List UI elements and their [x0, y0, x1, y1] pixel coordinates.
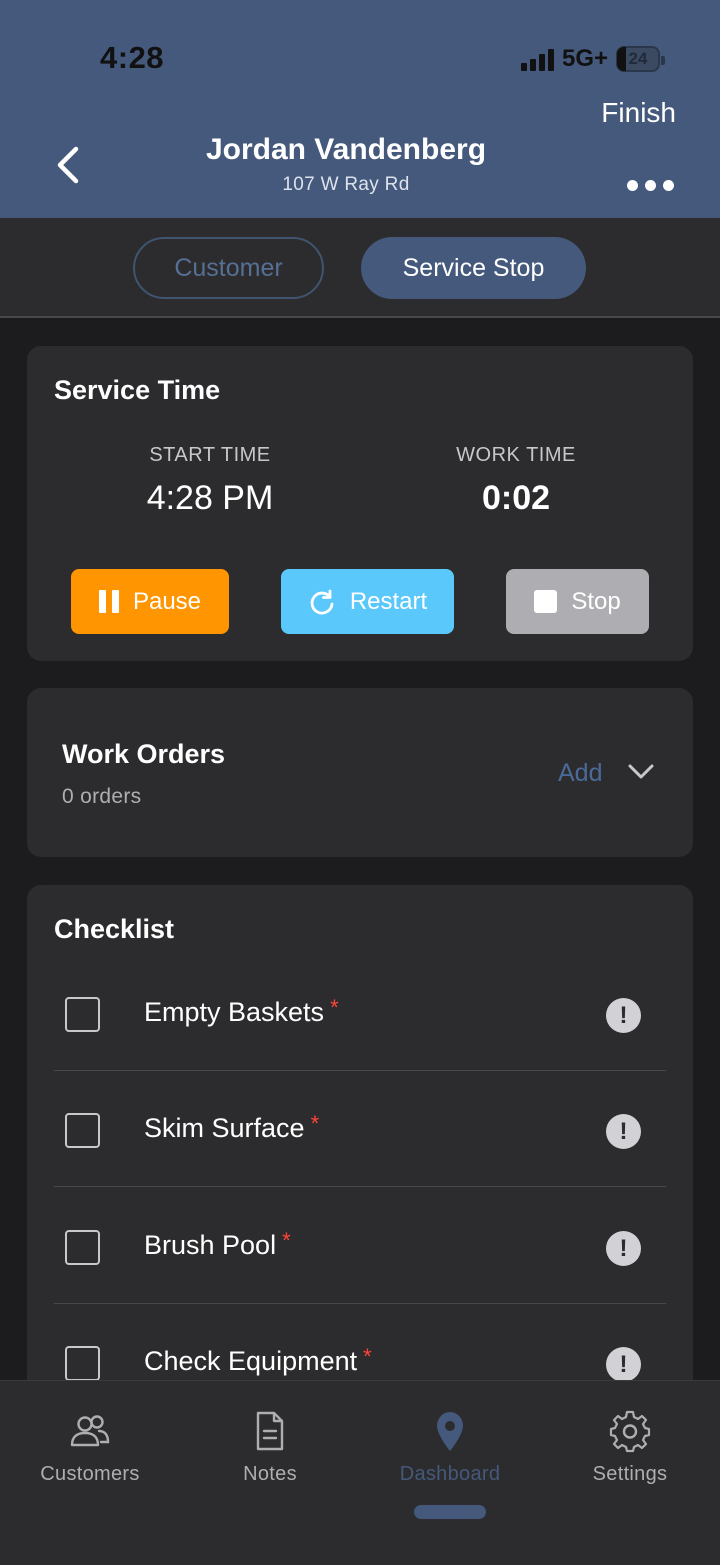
info-icon[interactable]: !	[606, 1231, 641, 1266]
pause-icon	[98, 590, 119, 613]
restart-icon	[310, 589, 334, 614]
segment-service-stop[interactable]: Service Stop	[361, 237, 586, 299]
pause-button-label: Pause	[132, 587, 202, 615]
checklist-item-label: Empty Baskets	[144, 997, 325, 1027]
tab-dashboard[interactable]: Dashboard	[360, 1409, 540, 1486]
required-marker: *	[282, 1228, 291, 1253]
status-bar-indicators: 5G+ 24	[520, 44, 665, 74]
service-time-title: Service Time	[54, 375, 221, 405]
checklist-item-label: Check Equipment	[144, 1346, 358, 1376]
stop-icon	[534, 590, 558, 613]
checklist-item[interactable]: Empty Baskets * !	[54, 955, 666, 1071]
status-bar-time: 4:28	[100, 40, 165, 75]
checkbox[interactable]	[65, 997, 100, 1032]
info-icon[interactable]: !	[606, 1347, 641, 1382]
checklist-title: Checklist	[54, 914, 175, 944]
service-time-card: Service Time START TIME 4:28 PM WORK TIM…	[27, 346, 693, 661]
start-time-value: 4:28 PM	[146, 479, 274, 517]
battery-icon: 24	[616, 46, 665, 72]
restart-button[interactable]: Restart	[281, 569, 454, 634]
app-header: 4:28 5G+ 24 Finish Jordan Vandenberg 107…	[0, 0, 720, 218]
work-orders-card[interactable]: Work Orders 0 orders Add	[27, 688, 693, 857]
segment-customer[interactable]: Customer	[133, 237, 324, 299]
stop-button-label: Stop	[571, 587, 621, 615]
checklist-item[interactable]: Skim Surface * !	[54, 1071, 666, 1187]
battery-level: 24	[628, 49, 648, 68]
cellular-signal-icon	[520, 47, 554, 71]
checkbox[interactable]	[65, 1113, 100, 1148]
network-type: 5G+	[561, 45, 608, 72]
tab-customers[interactable]: Customers	[0, 1409, 180, 1486]
segmented-control: Customer Service Stop	[0, 218, 720, 318]
page-subtitle-address: 107 W Ray Rd	[282, 174, 410, 195]
tab-notes[interactable]: Notes	[180, 1409, 360, 1486]
chevron-down-icon[interactable]	[627, 762, 655, 782]
divider	[54, 1186, 666, 1187]
info-icon[interactable]: !	[606, 998, 641, 1033]
page-title: Jordan Vandenberg	[205, 133, 487, 166]
required-marker: *	[330, 995, 339, 1020]
checklist-item[interactable]: Brush Pool * !	[54, 1188, 666, 1304]
tab-customers-label: Customers	[40, 1463, 140, 1485]
work-time-label: WORK TIME	[456, 444, 576, 466]
info-icon[interactable]: !	[606, 1114, 641, 1149]
checkbox[interactable]	[65, 1230, 100, 1265]
work-orders-title: Work Orders	[62, 739, 226, 769]
tab-settings[interactable]: Settings	[540, 1409, 720, 1486]
tab-notes-label: Notes	[243, 1463, 297, 1485]
more-options-icon[interactable]	[627, 180, 674, 191]
stop-button[interactable]: Stop	[506, 569, 649, 634]
checklist-item-label: Brush Pool	[144, 1230, 277, 1260]
work-orders-count: 0 orders	[62, 785, 142, 808]
finish-button[interactable]: Finish	[601, 97, 676, 129]
checklist-item-label: Skim Surface	[144, 1113, 305, 1143]
checklist-card: Checklist Empty Baskets * ! Skim Surface *…	[27, 885, 693, 1445]
add-work-order-button[interactable]: Add	[558, 759, 602, 788]
document-icon	[256, 1411, 284, 1451]
home-indicator	[414, 1505, 486, 1519]
required-marker: *	[310, 1111, 320, 1136]
people-icon	[70, 1415, 110, 1447]
tab-settings-label: Settings	[592, 1463, 668, 1485]
checkbox[interactable]	[65, 1346, 100, 1381]
start-time-block: START TIME 4:28 PM	[90, 444, 330, 518]
required-marker: *	[363, 1344, 372, 1369]
start-time-label: START TIME	[149, 444, 271, 466]
tab-dashboard-label: Dashboard	[399, 1463, 501, 1485]
gear-icon	[609, 1410, 651, 1453]
restart-button-label: Restart	[349, 587, 428, 615]
work-time-value: 0:02	[481, 479, 551, 517]
work-time-block: WORK TIME 0:02	[396, 444, 636, 518]
location-pin-icon	[437, 1412, 463, 1451]
pause-button[interactable]: Pause	[71, 569, 229, 634]
tab-bar: Customers Notes Dashboard Settings	[0, 1380, 720, 1565]
